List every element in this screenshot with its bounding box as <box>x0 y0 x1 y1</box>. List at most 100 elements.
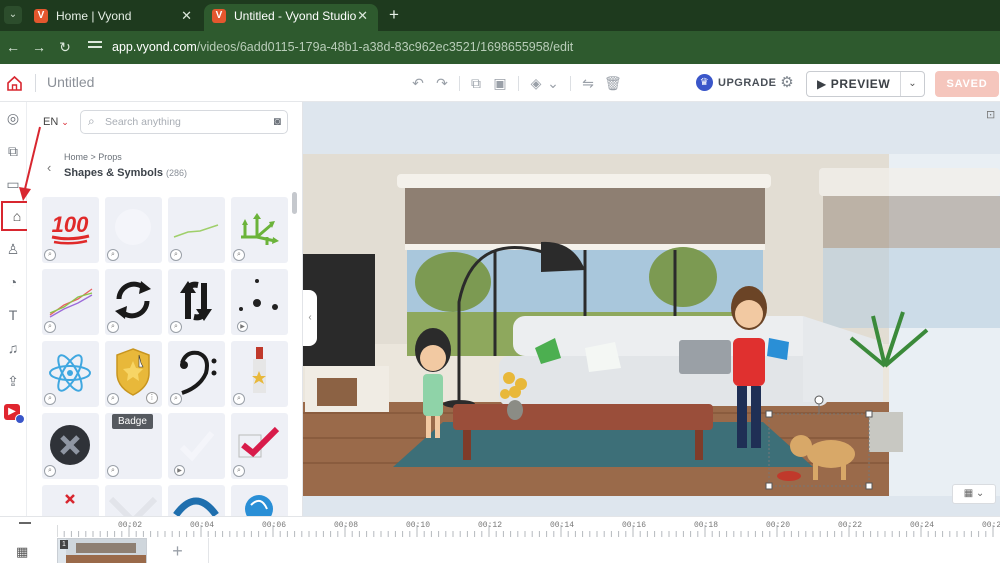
zoom-icon[interactable]: ⌕ <box>44 249 56 261</box>
scene-canvas[interactable] <box>303 102 1000 516</box>
zoom-icon[interactable]: ⌕ <box>170 393 182 405</box>
grid-view-toggle[interactable]: ▦ ⌄ <box>952 484 996 504</box>
asset-item-x-circle[interactable]: ⌕ <box>42 413 99 479</box>
forward-arrow-icon[interactable]: → <box>30 38 48 56</box>
chevron-down-icon[interactable]: ⌄ <box>545 75 561 91</box>
asset-item-atom[interactable]: ⌕ <box>42 341 99 407</box>
zoom-icon[interactable]: ⌕ <box>170 249 182 261</box>
asset-item-dots[interactable]: ▶ <box>231 269 288 335</box>
search-box: ⌕ ◙ <box>80 110 288 134</box>
more-options-icon[interactable]: ⋮ <box>146 392 158 404</box>
upgrade-label: UPGRADE <box>718 77 777 89</box>
timeline-tick-label: 00:14 <box>550 521 575 530</box>
new-tab-button[interactable]: + <box>384 4 404 26</box>
preview-dropdown-chevron-icon[interactable]: ⌄ <box>900 72 924 96</box>
saved-button[interactable]: SAVED <box>935 71 999 97</box>
play-icon[interactable]: ▶ <box>237 321 248 332</box>
flip-icon[interactable]: ⇋ <box>580 75 596 91</box>
panel-scrollbar[interactable] <box>292 192 297 214</box>
redo-icon[interactable]: ↷ <box>434 75 450 91</box>
zoom-icon[interactable]: ⌕ <box>107 465 119 477</box>
gear-icon[interactable]: ⚙ <box>778 74 796 92</box>
zoom-icon[interactable]: ⌕ <box>233 249 245 261</box>
play-icon[interactable]: ▶ <box>174 465 185 476</box>
asset-item-bass-clef[interactable]: ⌕ <box>168 341 225 407</box>
preview-label: PREVIEW <box>830 77 891 91</box>
zoom-icon[interactable]: ⌕ <box>107 249 119 261</box>
asset-item-refresh[interactable]: ⌕ <box>105 269 162 335</box>
zoom-icon[interactable]: ⌕ <box>44 393 56 405</box>
search-input[interactable] <box>105 114 255 130</box>
asset-item-badge[interactable]: ⌕ ⋮ <box>105 341 162 407</box>
upload-icon[interactable]: ⇪ <box>3 371 23 391</box>
asset-item-100-emoji[interactable]: 100 ⌕ <box>42 197 99 263</box>
arc-icon <box>173 497 219 516</box>
text-icon[interactable]: T <box>3 305 23 325</box>
scene-thumbnail[interactable]: 1 <box>57 538 147 563</box>
asset-item-medal[interactable]: ⌕ <box>231 341 288 407</box>
copy-icon[interactable]: ⧉ <box>468 75 484 91</box>
zoom-icon[interactable]: ⌕ <box>233 393 245 405</box>
reload-icon[interactable]: ↻ <box>56 38 74 56</box>
layers-icon[interactable]: ◈ <box>528 75 544 91</box>
paste-icon[interactable]: ▣ <box>492 75 508 91</box>
film-strip-icon[interactable]: ▦ <box>16 544 34 560</box>
close-tab-icon[interactable]: ✕ <box>181 4 192 28</box>
asset-item-arrows-network[interactable]: ⌕ <box>231 197 288 263</box>
fit-screen-icon[interactable]: ⊡ <box>986 108 998 121</box>
home-icon[interactable] <box>6 75 23 92</box>
camera-icon[interactable]: ◙ <box>274 114 281 128</box>
address-bar[interactable]: app.vyond.com/videos/6add0115-179a-48b1-… <box>112 40 573 54</box>
asset-item-checkmark-light[interactable]: ▶ <box>168 413 225 479</box>
timeline-tick-label: 00:24 <box>910 521 935 530</box>
asset-item-checkmark-red[interactable]: ⌕ <box>231 413 288 479</box>
back-arrow-icon[interactable]: ← <box>4 38 22 56</box>
browser-toolbar: ← → ↻ app.vyond.com/videos/6add0115-179a… <box>0 31 1000 64</box>
asset-item-line-graph-color[interactable]: ⌕ <box>42 269 99 335</box>
zoom-icon[interactable]: ⌕ <box>44 465 56 477</box>
zoom-icon[interactable]: ⌕ <box>107 321 119 333</box>
app-top-bar: Untitled ↶ ↷ ⧉ ▣ ◈ ⌄ ⇋ 🗑 ♛ UPGRADE ⚙ ▶ P… <box>0 64 1000 102</box>
vyond-favicon-icon: V <box>34 9 48 23</box>
add-scene-button[interactable]: + <box>147 538 209 563</box>
tab-search-button[interactable]: ⌄ <box>4 6 22 24</box>
timeline-tick-label: 00:22 <box>838 521 863 530</box>
divider <box>518 76 519 91</box>
document-title[interactable]: Untitled <box>47 74 94 90</box>
timeline-tick-label: 00:20 <box>766 521 791 530</box>
browser-tab-home[interactable]: V Home | Vyond ✕ <box>26 4 202 31</box>
search-icon: ⌕ <box>88 114 95 128</box>
music-icon[interactable]: ♫ <box>3 338 23 358</box>
timeline-tick-label: 00:02 <box>118 521 143 530</box>
asset-item-v-shape[interactable] <box>105 485 162 516</box>
browser-tab-studio[interactable]: V Untitled - Vyond Studio ✕ <box>204 4 378 31</box>
timeline-tick-label: 00:16 <box>622 521 647 530</box>
v-shape-icon <box>108 496 158 516</box>
divider <box>459 76 460 91</box>
asset-item-swirl[interactable] <box>231 485 288 516</box>
living-room-scene <box>303 154 1000 496</box>
undo-icon[interactable]: ↶ <box>410 75 426 91</box>
close-tab-icon[interactable]: ✕ <box>357 4 368 28</box>
asset-item-swap[interactable]: ⌕ <box>168 269 225 335</box>
play-icon: ▶ <box>817 77 831 91</box>
preview-button[interactable]: ▶ PREVIEW ⌄ <box>806 71 925 97</box>
charts-icon[interactable]: ◔ <box>3 272 23 292</box>
timeline-resize-handle[interactable] <box>19 522 31 524</box>
media-library-icon[interactable]: ▶ <box>4 404 25 424</box>
trash-icon[interactable]: 🗑 <box>604 75 622 91</box>
zoom-icon[interactable]: ⌕ <box>107 393 119 405</box>
tab-title: Untitled - Vyond Studio <box>234 9 357 23</box>
zoom-icon[interactable]: ⌕ <box>44 321 56 333</box>
upgrade-button[interactable]: ♛ UPGRADE <box>696 73 777 93</box>
asset-item-x-small[interactable] <box>42 485 99 516</box>
asset-item-blur[interactable]: ⌕ <box>105 197 162 263</box>
character-icon[interactable]: ♙ <box>3 239 23 259</box>
asset-item-line-graph[interactable]: ⌕ <box>168 197 225 263</box>
asset-item-arc[interactable] <box>168 485 225 516</box>
zoom-icon[interactable]: ⌕ <box>170 321 182 333</box>
breadcrumb[interactable]: Home > Props <box>64 152 122 162</box>
site-settings-icon[interactable] <box>88 41 102 53</box>
zoom-icon[interactable]: ⌕ <box>233 465 245 477</box>
collapse-panel-chevron-icon[interactable]: ‹ <box>303 290 317 346</box>
